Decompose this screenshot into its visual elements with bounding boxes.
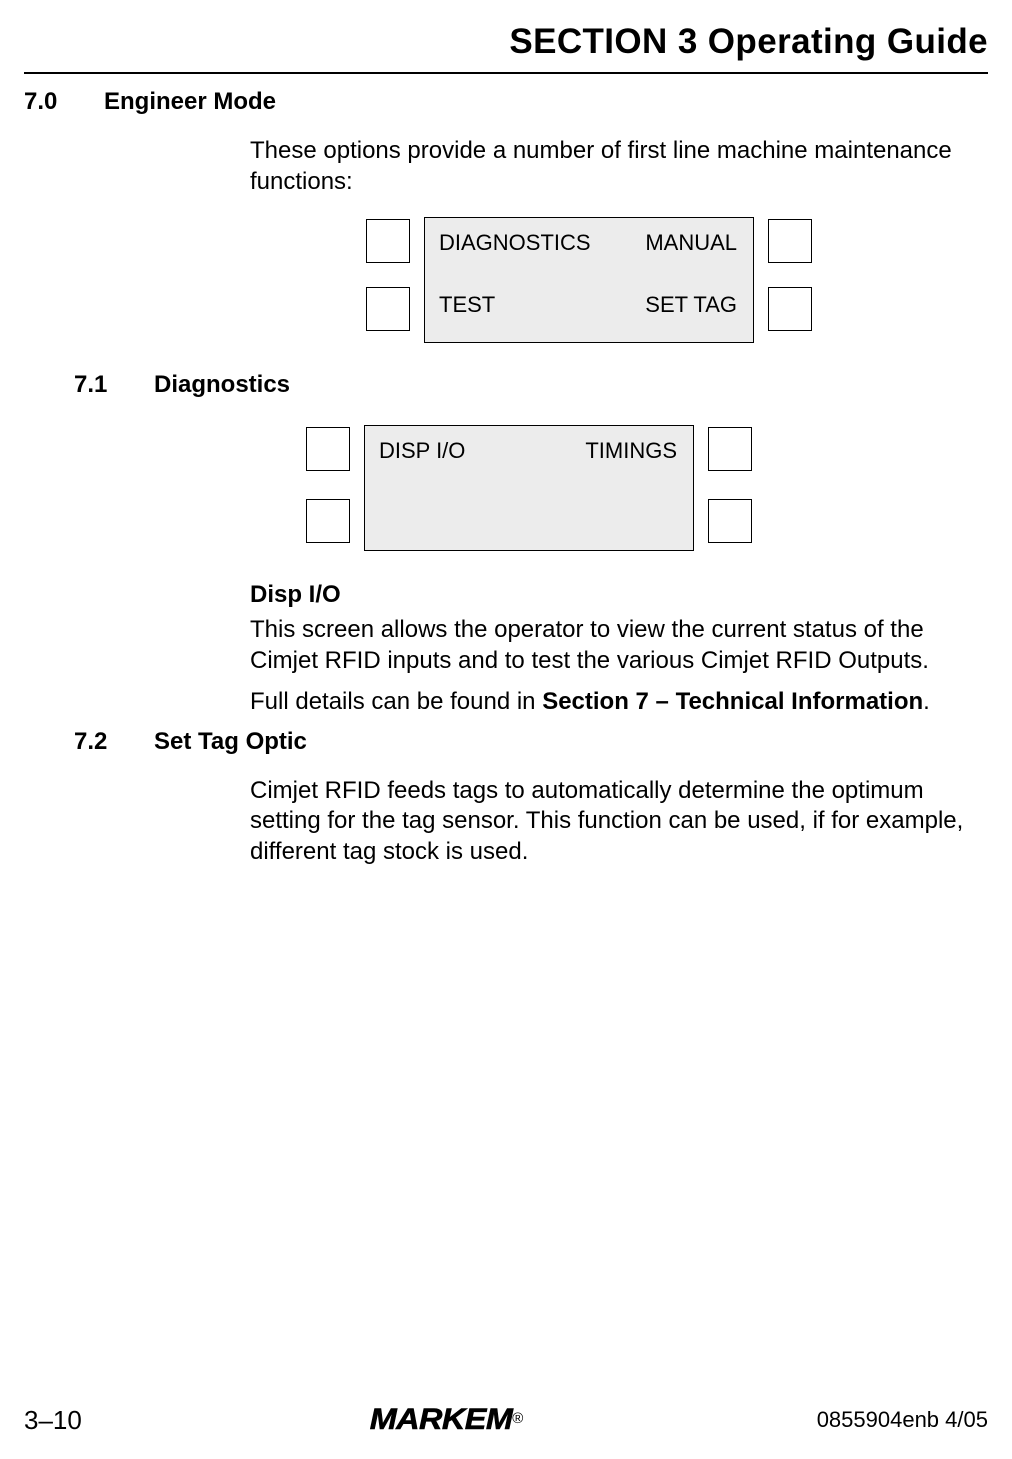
- menu-item-timings: TIMINGS: [585, 440, 677, 462]
- page-header-title: SECTION 3 Operating Guide: [24, 22, 988, 62]
- section-7-1-heading-row: 7.1 Diagnostics: [24, 371, 988, 399]
- disp-io-heading: Disp I/O: [250, 581, 988, 609]
- softkey-bottom-left[interactable]: [306, 499, 350, 543]
- menu-item-manual: MANUAL: [645, 232, 737, 254]
- softkey-top-left[interactable]: [366, 219, 410, 263]
- softkey-top-right[interactable]: [768, 219, 812, 263]
- lcd-row-1: DISP I/O TIMINGS: [379, 440, 677, 462]
- menu-item-diagnostics: DIAGNOSTICS: [439, 232, 591, 254]
- disp-io-p2-bold: Section 7 – Technical Information: [542, 688, 923, 715]
- softkey-bottom-left[interactable]: [366, 287, 410, 331]
- softkey-bottom-right[interactable]: [708, 499, 752, 543]
- disp-io-paragraph-2: Full details can be found in Section 7 –…: [250, 687, 978, 718]
- lcd-screen: DISP I/O TIMINGS: [364, 425, 694, 551]
- section-7-1-title: Diagnostics: [154, 371, 290, 399]
- page-footer: 3–10 MARKEM ® 0855904enb 4/05: [24, 1403, 988, 1437]
- section-7-0-title: Engineer Mode: [104, 88, 276, 116]
- disp-io-p2-pre: Full details can be found in: [250, 688, 542, 715]
- section-7-2-paragraph: Cimjet RFID feeds tags to automatically …: [250, 776, 978, 868]
- brand-name: MARKEM: [370, 1403, 513, 1437]
- menu-item-test: TEST: [439, 294, 495, 316]
- lcd-screen: DIAGNOSTICS MANUAL TEST SET TAG: [424, 217, 754, 343]
- menu-item-set-tag: SET TAG: [645, 294, 737, 316]
- header-rule: [24, 72, 988, 74]
- disp-io-paragraph-1: This screen allows the operator to view …: [250, 615, 978, 676]
- softkey-top-right[interactable]: [708, 427, 752, 471]
- engineer-mode-menu-display: DIAGNOSTICS MANUAL TEST SET TAG: [364, 217, 824, 347]
- document-code: 0855904enb 4/05: [817, 1407, 988, 1433]
- page-number: 3–10: [24, 1405, 82, 1436]
- section-7-2-number: 7.2: [24, 728, 104, 756]
- softkey-top-left[interactable]: [306, 427, 350, 471]
- section-7-2-title: Set Tag Optic: [154, 728, 307, 756]
- section-7-0-intro: These options provide a number of first …: [250, 136, 978, 197]
- softkey-bottom-right[interactable]: [768, 287, 812, 331]
- section-7-0-heading-row: 7.0 Engineer Mode: [24, 88, 988, 116]
- diagnostics-menu-display: DISP I/O TIMINGS: [304, 425, 764, 555]
- lcd-row-1: DIAGNOSTICS MANUAL: [439, 232, 737, 254]
- brand-logo-text: MARKEM ®: [375, 1403, 523, 1437]
- disp-io-p2-post: .: [923, 688, 930, 715]
- section-7-0-number: 7.0: [24, 88, 104, 116]
- section-7-1-number: 7.1: [24, 371, 104, 399]
- lcd-row-2: TEST SET TAG: [439, 294, 737, 316]
- registered-trademark-icon: ®: [512, 1410, 523, 1427]
- menu-item-disp-io: DISP I/O: [379, 440, 465, 462]
- section-7-2-heading-row: 7.2 Set Tag Optic: [24, 728, 988, 756]
